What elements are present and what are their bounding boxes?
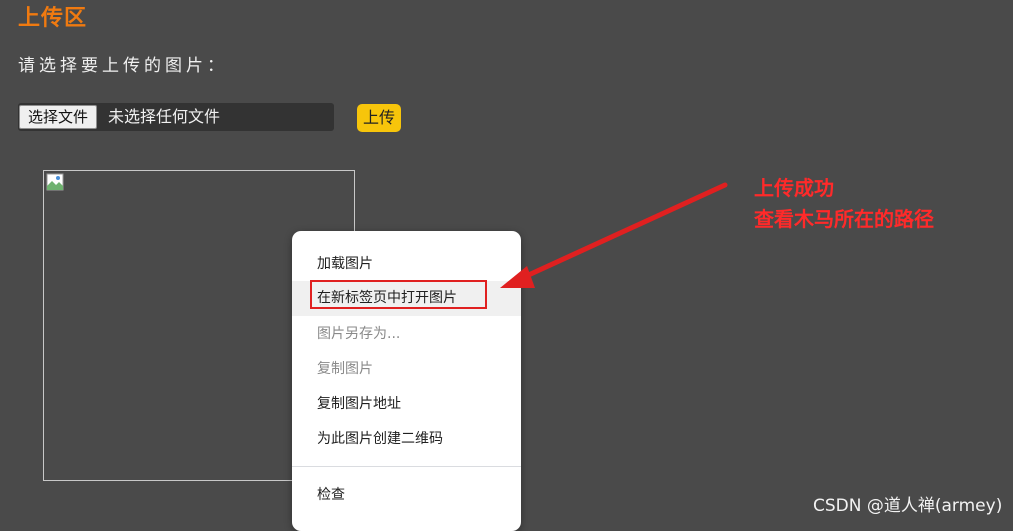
annotation-text: 上传成功 查看木马所在的路径 <box>754 173 934 235</box>
menu-divider <box>292 466 521 467</box>
file-picker[interactable]: 选择文件 未选择任何文件 <box>18 103 334 131</box>
annotation-line-2: 查看木马所在的路径 <box>754 207 934 231</box>
menu-item-create-qr-code[interactable]: 为此图片创建二维码 <box>292 422 521 457</box>
menu-item-save-image-as[interactable]: 图片另存为... <box>292 317 521 352</box>
menu-item-copy-image-address[interactable]: 复制图片地址 <box>292 387 521 422</box>
watermark: CSDN @道人禅(armey) <box>813 496 1003 516</box>
menu-item-copy-image[interactable]: 复制图片 <box>292 352 521 387</box>
highlight-box <box>310 280 487 309</box>
broken-image-icon <box>46 173 64 191</box>
choose-file-button[interactable]: 选择文件 <box>19 105 98 129</box>
context-menu: 加载图片 在新标签页中打开图片 图片另存为... 复制图片 复制图片地址 为此图… <box>292 231 521 531</box>
menu-item-load-image[interactable]: 加载图片 <box>292 247 521 282</box>
upload-instruction: 请选择要上传的图片： <box>18 56 228 76</box>
file-status-text: 未选择任何文件 <box>108 107 221 126</box>
upload-button[interactable]: 上传 <box>357 104 402 132</box>
page-title: 上传区 <box>18 6 88 31</box>
menu-item-inspect[interactable]: 检查 <box>292 478 521 513</box>
annotation-line-1: 上传成功 <box>754 176 834 200</box>
